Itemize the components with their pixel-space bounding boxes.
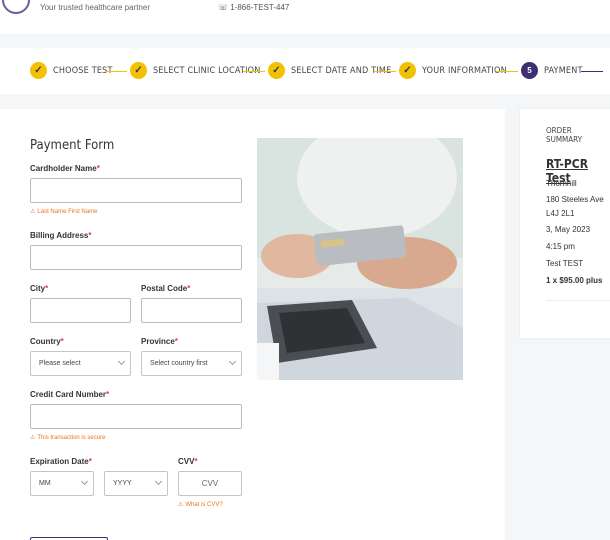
chevron-down-icon — [117, 357, 126, 366]
chevron-down-icon — [80, 477, 89, 486]
step-connector — [496, 71, 518, 72]
step-label: YOUR INFORMATION — [422, 65, 507, 76]
country-select[interactable]: Please select — [30, 351, 131, 376]
summary-postal: L4J 2L1 — [546, 209, 575, 218]
step-connector — [243, 71, 265, 72]
country-label: Country* — [30, 337, 64, 346]
cardholder-hint: ⚠ Last Name First Name — [30, 209, 98, 215]
postal-code-input[interactable] — [141, 298, 242, 323]
credit-card-input[interactable] — [30, 404, 242, 429]
city-label: City* — [30, 284, 49, 293]
city-input[interactable] — [30, 298, 131, 323]
step-connector — [374, 71, 396, 72]
site-header: Your trusted healthcare partner ☏ 1-866-… — [0, 0, 610, 34]
step-label: PAYMENT — [544, 65, 583, 76]
step-select-date[interactable]: ✓ SELECT DATE AND TIME — [268, 62, 391, 79]
check-icon: ✓ — [30, 62, 47, 79]
warning-icon: ⚠ — [30, 435, 36, 441]
step-number: 5 — [521, 62, 538, 79]
page-title: Payment Form — [30, 138, 115, 153]
chevron-down-icon — [154, 477, 163, 486]
step-payment[interactable]: 5 PAYMENT — [521, 62, 583, 79]
cardholder-name-input[interactable] — [30, 178, 242, 203]
summary-date: 3, May 2023 — [546, 225, 591, 234]
billing-label: Billing Address* — [30, 231, 92, 240]
step-label: CHOOSE TEST — [53, 65, 113, 76]
summary-price: 1 x $95.00 plus — [546, 276, 603, 285]
province-label: Province* — [141, 337, 178, 346]
cc-hint: ⚠ This transaction is secure — [30, 435, 106, 441]
phone-number-text[interactable]: 1-866-TEST-447 — [230, 3, 289, 12]
check-icon: ✓ — [130, 62, 147, 79]
cardholder-label: Cardholder Name* — [30, 164, 100, 173]
warning-icon: ⚠ — [178, 502, 184, 508]
phone-number[interactable]: ☏ 1-866-TEST-447 — [218, 3, 289, 12]
summary-divider — [546, 300, 610, 301]
progress-stepper: ✓ CHOOSE TEST ✓ SELECT CLINIC LOCATION ✓… — [0, 48, 610, 94]
check-icon: ✓ — [399, 62, 416, 79]
exp-year-select[interactable]: YYYY — [104, 471, 168, 496]
cvv-input[interactable]: CVV — [178, 471, 242, 496]
summary-address: 180 Steeles Ave — [546, 195, 604, 204]
expiration-label: Expiration Date* — [30, 457, 92, 466]
check-icon: ✓ — [268, 62, 285, 79]
exp-month-select[interactable]: MM — [30, 471, 94, 496]
chevron-down-icon — [228, 357, 237, 366]
step-select-clinic[interactable]: ✓ SELECT CLINIC LOCATION — [130, 62, 260, 79]
credit-card-laptop-image — [257, 138, 463, 380]
billing-address-input[interactable] — [30, 245, 242, 270]
payment-photo — [257, 138, 463, 380]
phone-icon: ☏ — [218, 3, 231, 12]
postal-label: Postal Code* — [141, 284, 191, 293]
brand-subtitle: Your trusted healthcare partner — [40, 3, 150, 12]
summary-patient: Test TEST — [546, 259, 584, 268]
step-choose-test[interactable]: ✓ CHOOSE TEST — [30, 62, 113, 79]
summary-location: Thornhill — [546, 179, 577, 188]
summary-time: 4:15 pm — [546, 242, 575, 251]
cc-label: Credit Card Number* — [30, 390, 110, 399]
step-connector — [581, 71, 603, 72]
step-your-information[interactable]: ✓ YOUR INFORMATION — [399, 62, 507, 79]
cvv-help-link[interactable]: ⚠ What is CVV? — [178, 501, 223, 508]
order-summary-title: ORDER SUMMARY — [546, 126, 583, 144]
step-connector — [105, 71, 127, 72]
logo-icon[interactable] — [2, 0, 30, 14]
province-select[interactable]: Select country first — [141, 351, 242, 376]
warning-icon: ⚠ — [30, 209, 36, 215]
cvv-label: CVV* — [178, 457, 198, 466]
